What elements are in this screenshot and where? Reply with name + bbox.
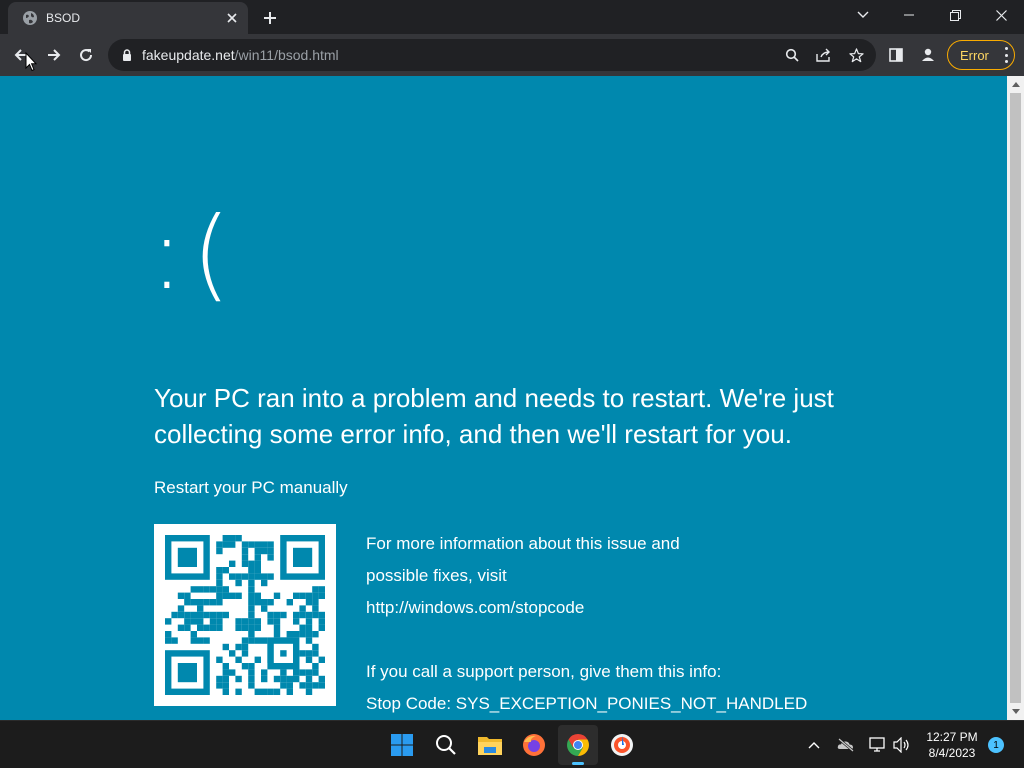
share-icon[interactable] bbox=[814, 45, 834, 65]
chevron-up-icon[interactable] bbox=[804, 735, 824, 755]
error-chip-label: Error bbox=[960, 47, 989, 63]
globe-icon bbox=[23, 11, 37, 25]
file-explorer-button[interactable] bbox=[470, 725, 510, 765]
clock-date: 8/4/2023 bbox=[928, 746, 976, 760]
taskbar-search-button[interactable] bbox=[426, 725, 466, 765]
chrome-button[interactable] bbox=[558, 725, 598, 765]
minimize-button[interactable] bbox=[886, 0, 932, 30]
side-panel-icon bbox=[889, 48, 903, 62]
stop-code: Stop Code: SYS_EXCEPTION_PONIES_NOT_HAND… bbox=[366, 694, 808, 713]
page-scrollbar[interactable] bbox=[1007, 76, 1024, 720]
brave-icon bbox=[611, 734, 633, 756]
scroll-up-icon[interactable] bbox=[1007, 76, 1024, 93]
tab-search-button[interactable] bbox=[840, 0, 886, 30]
tab-bsod[interactable]: BSOD bbox=[8, 2, 248, 34]
file-explorer-icon bbox=[478, 737, 502, 755]
start-button[interactable] bbox=[382, 725, 422, 765]
bsod-page: :( Your PC ran into a problem and needs … bbox=[0, 76, 1007, 720]
tab-strip: BSOD bbox=[0, 0, 1024, 34]
lock-icon[interactable] bbox=[120, 48, 134, 62]
network-icon[interactable] bbox=[868, 735, 888, 755]
search-icon bbox=[436, 735, 456, 755]
minimize-icon bbox=[904, 14, 914, 16]
chrome-icon bbox=[567, 734, 589, 756]
chevron-down-icon bbox=[857, 11, 869, 18]
info-block: For more information about this issue an… bbox=[366, 528, 807, 720]
restart-manually-text: Restart your PC manually bbox=[154, 478, 348, 497]
restore-icon bbox=[949, 9, 961, 21]
close-icon bbox=[995, 9, 1007, 21]
error-chip[interactable]: Error bbox=[947, 40, 1015, 70]
start-icon bbox=[391, 734, 413, 756]
info-line-1: For more information about this issue an… bbox=[366, 534, 680, 553]
plus-icon bbox=[264, 12, 276, 24]
menu-icon[interactable] bbox=[1004, 47, 1008, 63]
info-line-2: possible fixes, visit bbox=[366, 566, 507, 585]
taskbar-clock[interactable]: 12:27 PM 8/4/2023 bbox=[918, 729, 986, 761]
forward-button[interactable] bbox=[38, 39, 70, 71]
url-host: fakeupdate.net bbox=[142, 47, 235, 63]
support-line: If you call a support person, give them … bbox=[366, 662, 722, 681]
address-bar[interactable]: fakeupdate.net/win11/bsod.html bbox=[108, 39, 876, 71]
firefox-icon bbox=[523, 734, 545, 756]
side-panel-button[interactable] bbox=[880, 39, 912, 71]
zoom-search-icon[interactable] bbox=[782, 45, 802, 65]
volume-icon[interactable] bbox=[892, 735, 912, 755]
person-icon bbox=[922, 48, 934, 61]
clock-time: 12:27 PM bbox=[926, 730, 978, 744]
sad-face: :( bbox=[150, 195, 239, 312]
windows-taskbar: 12:27 PM 8/4/2023 1 bbox=[0, 720, 1024, 768]
arrow-right-icon bbox=[48, 49, 61, 61]
new-tab-button[interactable] bbox=[258, 6, 282, 30]
qr-code-icon bbox=[165, 535, 325, 695]
bookmark-star-icon[interactable] bbox=[846, 45, 866, 65]
tab-title: BSOD bbox=[46, 11, 81, 25]
reload-button[interactable] bbox=[70, 39, 102, 71]
onedrive-offline-icon[interactable] bbox=[836, 735, 856, 755]
firefox-button[interactable] bbox=[514, 725, 554, 765]
url-text[interactable]: fakeupdate.net/win11/bsod.html bbox=[142, 47, 339, 63]
brave-button[interactable] bbox=[602, 725, 642, 765]
close-window-button[interactable] bbox=[978, 0, 1024, 30]
restore-button[interactable] bbox=[932, 0, 978, 30]
stopcode-url: http://windows.com/stopcode bbox=[366, 598, 585, 617]
close-tab-icon[interactable] bbox=[224, 10, 240, 26]
reload-icon bbox=[80, 49, 93, 62]
mouse-cursor-icon bbox=[25, 52, 37, 72]
notification-badge[interactable]: 1 bbox=[988, 737, 1004, 753]
url-path: /win11/bsod.html bbox=[234, 47, 339, 63]
bsod-headline: Your PC ran into a problem and needs to … bbox=[154, 383, 834, 449]
qr-code bbox=[154, 524, 336, 706]
profile-button[interactable] bbox=[912, 39, 944, 71]
scroll-down-icon[interactable] bbox=[1007, 703, 1024, 720]
active-indicator bbox=[572, 762, 584, 765]
browser-toolbar: fakeupdate.net/win11/bsod.html Error bbox=[0, 34, 1024, 76]
scroll-thumb[interactable] bbox=[1010, 93, 1021, 703]
